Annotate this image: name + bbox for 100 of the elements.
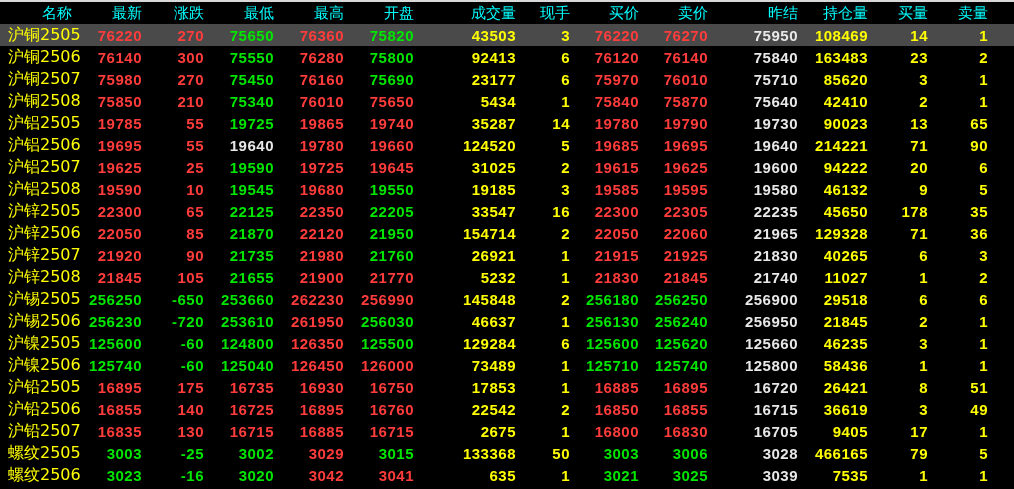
table-cell: 22305 [663,202,708,220]
contract-name: 沪锡2505 [8,288,81,308]
column-header: 买量 [898,3,928,22]
column-header: 卖量 [958,3,988,22]
table-cell: 10 [186,180,204,198]
table-cell: 22235 [753,202,798,220]
table-row[interactable]: 沪锡2505 256250 -650 253660 262230 256990 145848 2 256180 256250 256900 29518 6 6 [0,288,1014,310]
table-cell: 36619 [823,400,868,418]
table-cell: 16705 [753,422,798,440]
table-cell: 5 [979,180,988,198]
table-cell: 79 [910,444,928,462]
table-cell: 76120 [594,48,639,66]
table-cell: 6 [979,158,988,176]
table-row[interactable]: 螺纹2506 3023 -16 3020 3042 3041 635 1 3021 3025 3039 7535 1 1 [0,464,1014,486]
table-cell: 154714 [462,224,516,242]
table-cell: 85 [186,224,204,242]
table-cell: 1 [561,268,570,286]
column-header: 涨跌 [174,3,204,22]
column-header: 现手 [540,3,570,22]
table-row[interactable]: 沪铝2506 19695 55 19640 19780 19660 124520 5 19685 19695 19640 214221 71 90 [0,134,1014,156]
table-cell: 19640 [229,136,274,154]
contract-name: 沪铝2506 [8,134,81,154]
table-row[interactable]: 沪锡2506 256230 -720 253610 261950 256030 46637 1 256130 256240 256950 21845 2 1 [0,310,1014,332]
table-row[interactable]: 沪镍2505 125600 -60 124800 126350 125500 129284 6 125600 125620 125660 46235 3 1 [0,332,1014,354]
table-cell: 76280 [299,48,344,66]
table-cell: 23 [910,48,928,66]
table-row[interactable]: 沪铝2507 19625 25 19590 19725 19645 31025 2 19615 19625 19600 94222 20 6 [0,156,1014,178]
table-cell: 16800 [594,422,639,440]
table-cell: 130 [177,422,204,440]
table-row[interactable]: 沪锌2507 21920 90 21735 21980 21760 26921 1 21915 21925 21830 40265 6 3 [0,244,1014,266]
table-cell: 76140 [663,48,708,66]
contract-name: 沪锌2506 [8,222,81,242]
contract-name: 沪铜2505 [8,24,81,44]
table-cell: 13 [910,114,928,132]
contract-name: 沪铝2508 [8,178,81,198]
table-cell: 75340 [229,92,274,110]
table-cell: 16895 [299,400,344,418]
table-row[interactable]: 沪铜2507 75980 270 75450 76160 75690 23177 6 75970 76010 75710 85620 3 1 [0,68,1014,90]
table-cell: 6 [979,290,988,308]
table-row[interactable]: 沪铜2506 76140 300 75550 76280 75800 92413 6 76120 76140 75840 163483 23 2 [0,46,1014,68]
table-row[interactable]: 沪锌2505 22300 65 22125 22350 22205 33547 16 22300 22305 22235 45650 178 35 [0,200,1014,222]
column-header: 买价 [609,3,639,22]
table-cell: 22060 [663,224,708,242]
table-cell: 26421 [823,378,868,396]
table-cell: 22300 [594,202,639,220]
table-cell: 55 [186,136,204,154]
table-cell: 16855 [663,400,708,418]
table-cell: 129284 [462,334,516,352]
table-cell: 19550 [369,180,414,198]
table-cell: 16 [552,202,570,220]
table-cell: 21900 [299,268,344,286]
column-header: 成交量 [471,3,516,22]
table-cell: 2 [979,268,988,286]
table-cell: 16760 [369,400,414,418]
table-cell: 25 [186,158,204,176]
table-row[interactable]: 沪铜2508 75850 210 75340 76010 75650 5434 1 75840 75870 75640 42410 2 1 [0,90,1014,112]
column-header: 最低 [244,3,274,22]
table-cell: -720 [171,312,204,330]
table-cell: 16895 [663,378,708,396]
table-row[interactable]: 沪铝2508 19590 10 19545 19680 19550 19185 3 19585 19595 19580 46132 9 5 [0,178,1014,200]
table-cell: 19625 [97,158,142,176]
table-row[interactable]: 沪锌2506 22050 85 21870 22120 21950 154714 2 22050 22060 21965 129328 71 36 [0,222,1014,244]
table-cell: 5 [979,444,988,462]
table-cell: 125500 [360,334,414,352]
table-cell: 3 [919,334,928,352]
contract-name: 沪镍2506 [8,354,81,374]
table-cell: 256180 [585,290,639,308]
table-cell: 3021 [603,466,639,484]
table-cell: 76220 [97,26,142,44]
table-cell: 75650 [229,26,274,44]
table-row[interactable]: 沪铅2507 16835 130 16715 16885 16715 2675 1 16800 16830 16705 9405 17 1 [0,420,1014,442]
table-cell: 1 [919,268,928,286]
table-cell: 2 [561,224,570,242]
table-cell: 75850 [97,92,142,110]
table-cell: 1 [979,312,988,330]
table-cell: 126450 [290,356,344,374]
contract-name: 螺纹2506 [8,464,81,484]
contract-name: 沪锌2508 [8,266,81,286]
table-cell: 3039 [762,466,798,484]
table-cell: 256250 [88,290,142,308]
column-header: 开盘 [384,3,414,22]
table-row[interactable]: 沪铅2506 16855 140 16725 16895 16760 22542 2 16850 16855 16715 36619 3 49 [0,398,1014,420]
table-cell: 1 [561,422,570,440]
table-cell: 21830 [594,268,639,286]
contract-name: 沪铅2505 [8,376,81,396]
table-cell: 14 [910,26,928,44]
table-cell: 16885 [594,378,639,396]
table-cell: 21965 [753,224,798,242]
table-cell: 35287 [471,114,516,132]
table-cell: 20 [910,158,928,176]
table-row[interactable]: 沪铅2505 16895 175 16735 16930 16750 17853 1 16885 16895 16720 26421 8 51 [0,376,1014,398]
table-row[interactable]: 螺纹2505 3003 -25 3002 3029 3015 133368 50 3003 3006 3028 466165 79 5 [0,442,1014,464]
table-row[interactable]: 沪镍2506 125740 -60 125040 126450 126000 73489 1 125710 125740 125800 58436 1 1 [0,354,1014,376]
table-row[interactable]: 沪铜2505 76220 270 75650 76360 75820 43503 3 76220 76270 75950 108469 14 1 [0,24,1014,46]
table-cell: 3041 [378,466,414,484]
table-row[interactable]: 沪锌2508 21845 105 21655 21900 21770 5232 1 21830 21845 21740 11027 1 2 [0,266,1014,288]
table-cell: 124800 [220,334,274,352]
table-row[interactable]: 沪铝2505 19785 55 19725 19865 19740 35287 14 19780 19790 19730 90023 13 65 [0,112,1014,134]
contract-name: 沪锡2506 [8,310,81,330]
table-cell: 19695 [663,136,708,154]
